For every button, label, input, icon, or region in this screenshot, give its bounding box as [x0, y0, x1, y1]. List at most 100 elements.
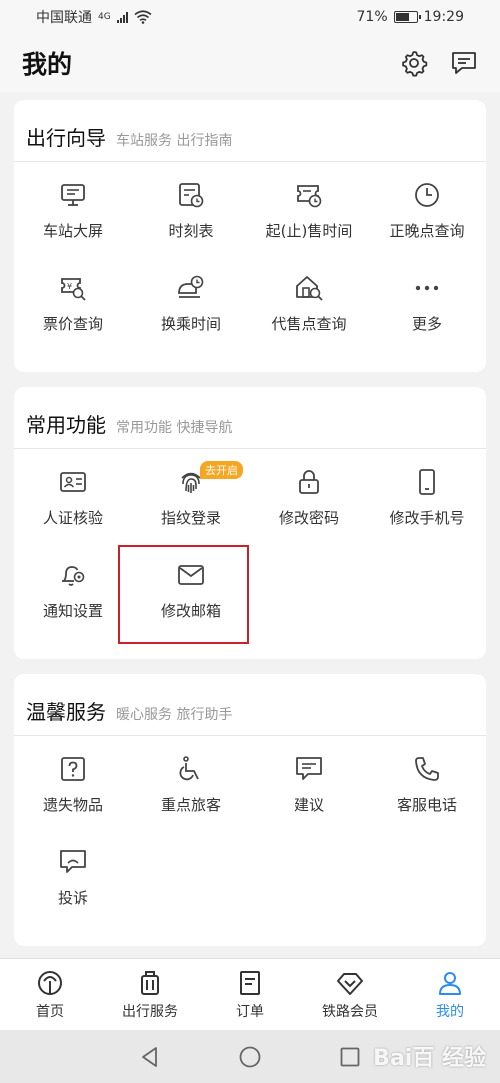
grid-item-fingerprint-login[interactable]: 去开启 指纹登录: [132, 451, 250, 544]
wheelchair-icon: [179, 756, 199, 781]
tab-orders[interactable]: 订单: [200, 959, 300, 1030]
grid-item-label: 起(止)售时间: [265, 222, 353, 240]
bottom-tabbar: 首页 出行服务 订单 铁路会员 我的: [0, 958, 500, 1030]
battery-icon: [393, 11, 421, 23]
back-icon[interactable]: [138, 1045, 162, 1069]
lock-icon: [299, 470, 319, 494]
battery-percent: 71%: [356, 9, 388, 25]
phone-call-icon: [415, 757, 439, 781]
wifi-icon: [134, 10, 152, 24]
grid-item-notification-settings[interactable]: 通知设置: [14, 544, 132, 637]
grid-item-label: 重点旅客: [160, 796, 221, 814]
tab-home[interactable]: 首页: [0, 959, 100, 1030]
station-screen-icon: [61, 184, 85, 206]
section-header: 常用功能 常用功能 快捷导航: [14, 387, 486, 449]
tab-label: 首页: [36, 1003, 64, 1020]
tab-label: 出行服务: [122, 1003, 178, 1020]
grid-item-lost-items[interactable]: 遗失物品: [14, 738, 132, 831]
grid-item-label: 正晚点查询: [389, 222, 465, 240]
person-icon: [439, 971, 461, 995]
grid-item-label: 修改手机号: [389, 509, 465, 527]
grid-item-label: 人证核验: [42, 509, 103, 527]
grid-item-label: 投诉: [57, 889, 88, 907]
grid-item-priority-passenger[interactable]: 重点旅客: [132, 738, 250, 831]
grid-item-service-phone[interactable]: 客服电话: [368, 738, 486, 831]
grid-item-transfer-time[interactable]: 换乘时间: [132, 257, 250, 350]
home-circle-icon[interactable]: [238, 1045, 262, 1069]
grid-item-label: 换乘时间: [160, 315, 221, 333]
grid-item-label: 更多: [411, 315, 442, 333]
svg-text:¥: ¥: [67, 282, 72, 291]
grid-item-label: 票价查询: [42, 315, 103, 333]
status-left: 中国联通 4G: [36, 7, 152, 27]
section-header: 出行向导 车站服务 出行指南: [14, 100, 486, 162]
timetable-icon: [179, 183, 204, 208]
tab-mine[interactable]: 我的: [400, 959, 500, 1030]
grid-item-agency-query[interactable]: 代售点查询: [250, 257, 368, 350]
tab-label: 我的: [436, 1003, 464, 1020]
status-bar: 中国联通 4G 71% 19:29: [0, 0, 500, 34]
id-card-icon: [60, 472, 86, 492]
grid-item-on-time-query[interactable]: 正晚点查询: [368, 164, 486, 257]
page-title: 我的: [22, 50, 73, 79]
section-title: 温馨服务: [26, 700, 106, 724]
section-common-functions: 常用功能 常用功能 快捷导航 人证核验 去开启 指纹登录 修改密码 修改手机号 …: [14, 387, 486, 659]
watermark: Bai百 经验: [373, 1046, 486, 1071]
grid-item-label: 时刻表: [168, 222, 214, 240]
section-title: 出行向导: [26, 126, 106, 150]
tab-travel-services[interactable]: 出行服务: [100, 959, 200, 1030]
recents-square-icon[interactable]: [338, 1045, 362, 1069]
section-travel-guide: 出行向导 车站服务 出行指南 车站大屏 时刻表 起(止)售时间 正晚点查询 ¥ …: [14, 100, 486, 372]
suggestion-icon: [296, 757, 322, 780]
section-title: 常用功能: [26, 413, 106, 437]
clock-time: 19:29: [423, 9, 464, 25]
fare-search-icon: ¥: [61, 278, 86, 301]
grid-item-change-phone[interactable]: 修改手机号: [368, 451, 486, 544]
clock-icon: [415, 183, 439, 207]
grid-item-ticket-time[interactable]: 起(止)售时间: [250, 164, 368, 257]
network-type: 4G: [98, 11, 111, 22]
enable-badge: 去开启: [200, 461, 243, 479]
grid-item-id-verify[interactable]: 人证核验: [14, 451, 132, 544]
highlight-box: [118, 545, 249, 644]
grid-item-label: 客服电话: [396, 796, 457, 814]
more-icon: [415, 285, 439, 291]
gear-icon[interactable]: [400, 49, 428, 77]
luggage-icon: [141, 970, 159, 995]
grid-item-label: 通知设置: [42, 602, 103, 620]
section-warm-services: 温馨服务 暖心服务 旅行助手 遗失物品 重点旅客 建议 客服电话 投诉: [14, 674, 486, 946]
grid-item-timetable[interactable]: 时刻表: [132, 164, 250, 257]
grid-item-fare-query[interactable]: ¥ 票价查询: [14, 257, 132, 350]
header-actions: [400, 49, 478, 77]
status-right: 71% 19:29: [357, 9, 464, 25]
tab-railway-member[interactable]: 铁路会员: [300, 959, 400, 1030]
grid-item-label: 遗失物品: [42, 796, 103, 814]
bell-gear-icon: [62, 566, 85, 586]
lost-item-icon: [61, 757, 85, 781]
section-subtitle: 车站服务 出行指南: [116, 133, 233, 149]
grid-item-change-password[interactable]: 修改密码: [250, 451, 368, 544]
phone-icon: [419, 469, 435, 495]
section-subtitle: 暖心服务 旅行助手: [116, 707, 233, 723]
grid-item-label: 修改密码: [278, 509, 339, 527]
transfer-time-icon: [178, 275, 204, 298]
grid-item-suggestion[interactable]: 建议: [250, 738, 368, 831]
section-subtitle: 常用功能 快捷导航: [116, 420, 233, 436]
carrier-name: 中国联通: [36, 10, 92, 26]
grid-item-more[interactable]: 更多: [368, 257, 486, 350]
tab-label: 铁路会员: [322, 1003, 378, 1020]
diamond-icon: [337, 972, 363, 995]
tab-label: 订单: [236, 1003, 264, 1020]
complaint-icon: [60, 850, 86, 873]
order-icon: [240, 970, 260, 995]
grid-item-label: 代售点查询: [271, 315, 347, 333]
grid-item-label: 指纹登录: [160, 509, 221, 527]
grid-item-complaint[interactable]: 投诉: [14, 831, 132, 924]
grid-item-station-screen[interactable]: 车站大屏: [14, 164, 132, 257]
ticket-time-icon: [297, 185, 322, 208]
header: 我的: [0, 34, 500, 92]
message-icon[interactable]: [450, 49, 478, 77]
signal-icon: [116, 11, 128, 23]
agency-search-icon: [296, 276, 323, 301]
railway-logo-icon: [38, 970, 62, 995]
